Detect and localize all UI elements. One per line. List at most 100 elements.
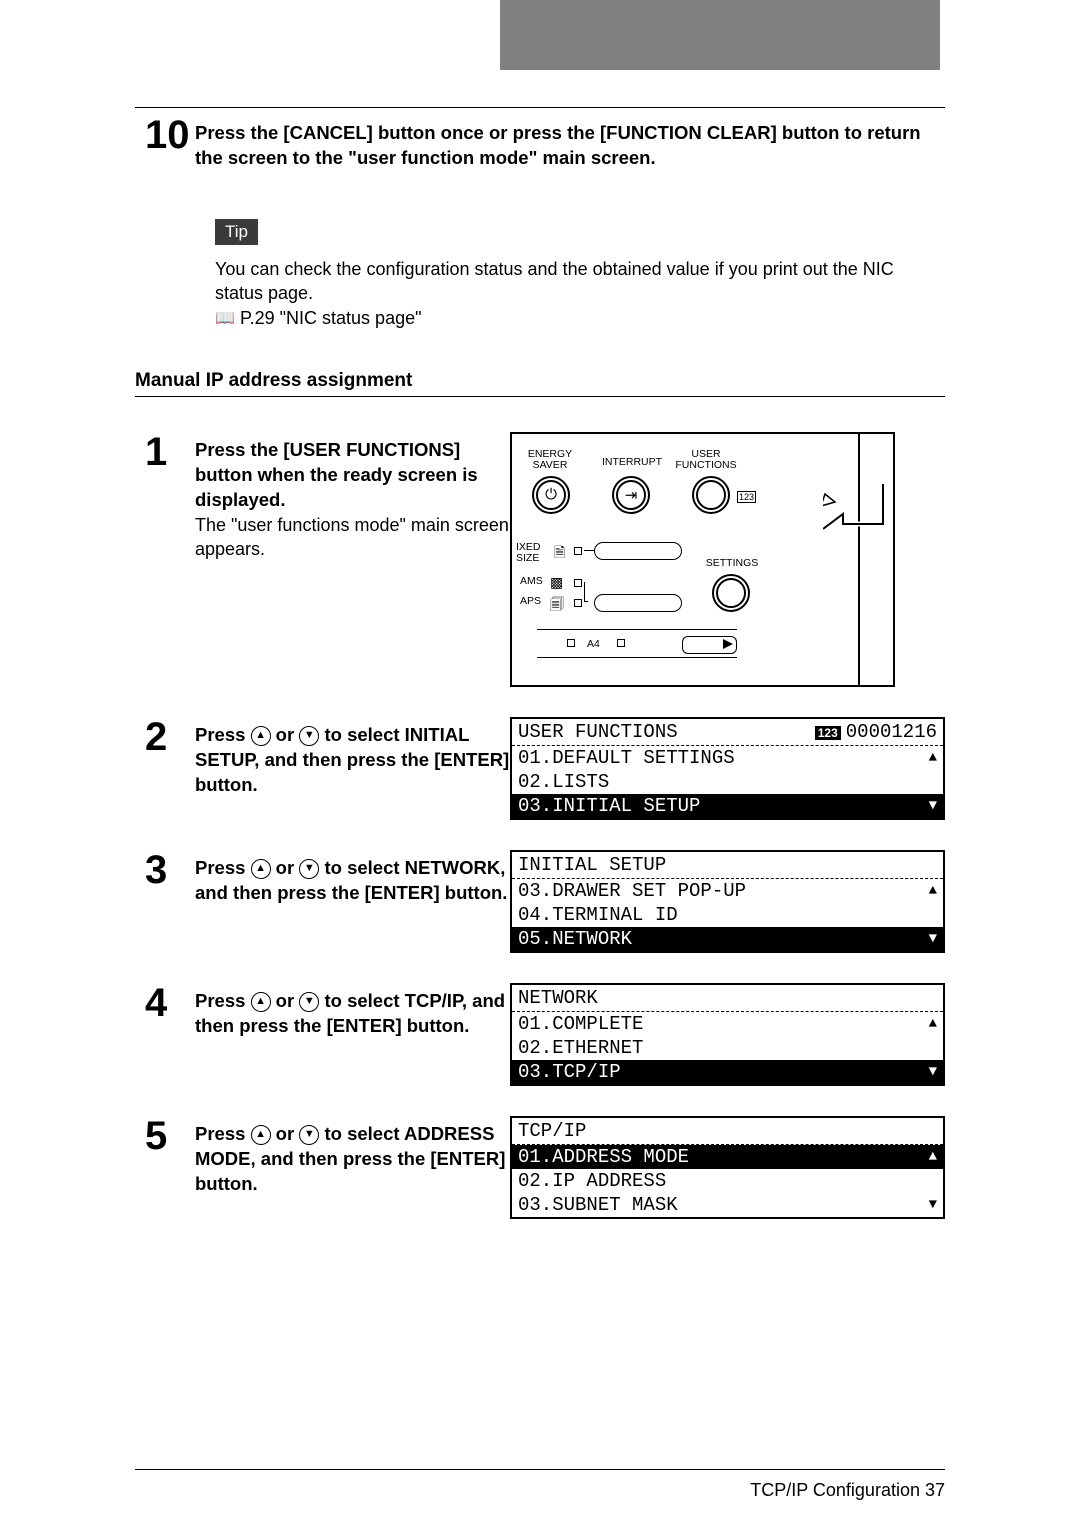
- aps-icon: 🗐: [550, 594, 564, 618]
- lcd-screen-5: TCP/IP 01.ADDRESS MODE 02.IP ADDRESS 03.…: [510, 1116, 945, 1219]
- oval-button-1[interactable]: [594, 542, 682, 560]
- lcd-item: 03.DRAWER SET POP-UP: [518, 880, 746, 902]
- callout-arrow-icon: [823, 474, 893, 534]
- up-triangle-icon: ▲: [251, 1125, 271, 1145]
- step-10: 10 Press the [CANCEL] button once or pre…: [135, 115, 945, 171]
- lcd-header: INITIAL SETUP: [512, 852, 943, 879]
- step-5: 5 Press ▲ or ▼ to select ADDRESS MODE, a…: [135, 1116, 945, 1219]
- lcd-row: 01.COMPLETE: [512, 1012, 943, 1036]
- interrupt-label: INTERRUPT: [597, 457, 667, 468]
- step-1: 1 Press the [USER FUNCTIONS] button when…: [135, 432, 945, 687]
- lcd-row-selected: 03.TCP/IP: [512, 1060, 943, 1084]
- step-body: Press the [USER FUNCTIONS] button when t…: [195, 432, 510, 562]
- step-number: 4: [135, 983, 195, 1023]
- step-number: 5: [135, 1116, 195, 1156]
- lcd-row: 04.TERMINAL ID: [512, 903, 943, 927]
- energy-saver-button[interactable]: ⏻: [532, 476, 570, 514]
- lcd-row: 01.DEFAULT SETTINGS: [512, 746, 943, 770]
- small-123-badge: 123: [737, 491, 756, 503]
- ams-label: AMS: [520, 576, 550, 587]
- indicator-square-3: [574, 599, 582, 607]
- lcd-screen-2: USER FUNCTIONS 12300001216 01.DEFAULT SE…: [510, 717, 945, 820]
- lcd-row: 02.LISTS: [512, 770, 943, 794]
- energy-saver-label: ENERGY SAVER: [524, 449, 576, 471]
- lcd-item: 03.TCP/IP: [518, 1061, 621, 1083]
- step-number: 3: [135, 850, 195, 890]
- t: Press: [195, 1123, 251, 1144]
- mixed-size-label: IXED SIZE: [516, 542, 556, 564]
- lcd-item: 01.DEFAULT SETTINGS: [518, 747, 735, 769]
- step-title: Press ▲ or ▼ to select NETWORK, and then…: [195, 850, 510, 906]
- lcd-item: 05.NETWORK: [518, 928, 632, 950]
- up-arrow-icon: [929, 1149, 937, 1165]
- interrupt-button[interactable]: ⇥: [612, 476, 650, 514]
- connector-line-2: [584, 582, 588, 602]
- lcd-row: 02.ETHERNET: [512, 1036, 943, 1060]
- up-triangle-icon: ▲: [251, 726, 271, 746]
- lcd-header: NETWORK: [512, 985, 943, 1012]
- lcd-row-selected: 05.NETWORK: [512, 927, 943, 951]
- indicator-square-2: [574, 579, 582, 587]
- up-arrow-icon: [929, 883, 937, 899]
- t: or: [271, 990, 300, 1011]
- down-arrow-icon: [929, 798, 937, 814]
- a4-square-right: [617, 639, 625, 647]
- step-2: 2 Press ▲ or ▼ to select INITIAL SETUP, …: [135, 717, 945, 820]
- t: Press: [195, 857, 251, 878]
- down-arrow-icon: [929, 1064, 937, 1080]
- footer-rule: [135, 1469, 945, 1470]
- t: or: [271, 857, 300, 878]
- settings-button[interactable]: [712, 574, 750, 612]
- panel-track-3[interactable]: [682, 636, 737, 654]
- panel-right-edge: [860, 432, 895, 687]
- lcd-item: 02.IP ADDRESS: [518, 1170, 666, 1192]
- up-arrow-icon: [929, 750, 937, 766]
- header-gray-block: [500, 0, 940, 70]
- lcd-row: 03.SUBNET MASK: [512, 1193, 943, 1217]
- lcd-item: 03.SUBNET MASK: [518, 1194, 678, 1216]
- lcd-row: 03.DRAWER SET POP-UP: [512, 879, 943, 903]
- up-arrow-icon: [929, 1016, 937, 1032]
- panel-divider: [537, 629, 737, 630]
- down-triangle-icon: ▼: [299, 992, 319, 1012]
- t: Press: [195, 990, 251, 1011]
- t: or: [271, 1123, 300, 1144]
- down-triangle-icon: ▼: [299, 726, 319, 746]
- book-icon: 📖: [215, 308, 235, 330]
- lcd-counter: 12300001216: [814, 721, 937, 743]
- step-title: Press ▲ or ▼ to select TCP/IP, and then …: [195, 983, 510, 1039]
- lcd-item: 02.ETHERNET: [518, 1037, 643, 1059]
- step-4: 4 Press ▲ or ▼ to select TCP/IP, and the…: [135, 983, 945, 1086]
- step-body: Press the [CANCEL] button once or press …: [195, 115, 945, 171]
- connector-line: [584, 550, 594, 551]
- a4-label: A4: [587, 639, 600, 650]
- lcd-title: USER FUNCTIONS: [518, 721, 678, 743]
- tip-reference: 📖 P.29 "NIC status page": [215, 306, 945, 330]
- up-triangle-icon: ▲: [251, 859, 271, 879]
- lcd-item: 03.INITIAL SETUP: [518, 795, 700, 817]
- section-title: Manual IP address assignment: [135, 370, 945, 392]
- indicator-square: [574, 547, 582, 555]
- lcd-header: TCP/IP: [512, 1118, 943, 1145]
- tip-text: You can check the configuration status a…: [215, 257, 945, 306]
- oval-button-2[interactable]: [594, 594, 682, 612]
- ams-icon: ▩: [550, 574, 563, 591]
- down-arrow-icon: [929, 1197, 937, 1213]
- up-triangle-icon: ▲: [251, 992, 271, 1012]
- settings-label: SETTINGS: [702, 558, 762, 569]
- lcd-row-selected: 03.INITIAL SETUP: [512, 794, 943, 818]
- play-icon: [723, 639, 733, 649]
- page-footer: TCP/IP Configuration 37: [135, 1469, 945, 1501]
- aps-label: APS: [520, 596, 550, 607]
- user-functions-button[interactable]: [692, 476, 730, 514]
- lcd-item: 04.TERMINAL ID: [518, 904, 678, 926]
- t: Press: [195, 724, 251, 745]
- badge-123-icon: 123: [814, 725, 842, 741]
- lcd-screen-3: INITIAL SETUP 03.DRAWER SET POP-UP 04.TE…: [510, 850, 945, 953]
- lcd-screen-4: NETWORK 01.COMPLETE 02.ETHERNET 03.TCP/I…: [510, 983, 945, 1086]
- a4-square-left: [567, 639, 575, 647]
- ref-text: P.29 "NIC status page": [240, 308, 422, 328]
- step-title: Press ▲ or ▼ to select ADDRESS MODE, and…: [195, 1116, 510, 1197]
- down-triangle-icon: ▼: [299, 859, 319, 879]
- down-arrow-icon: [929, 931, 937, 947]
